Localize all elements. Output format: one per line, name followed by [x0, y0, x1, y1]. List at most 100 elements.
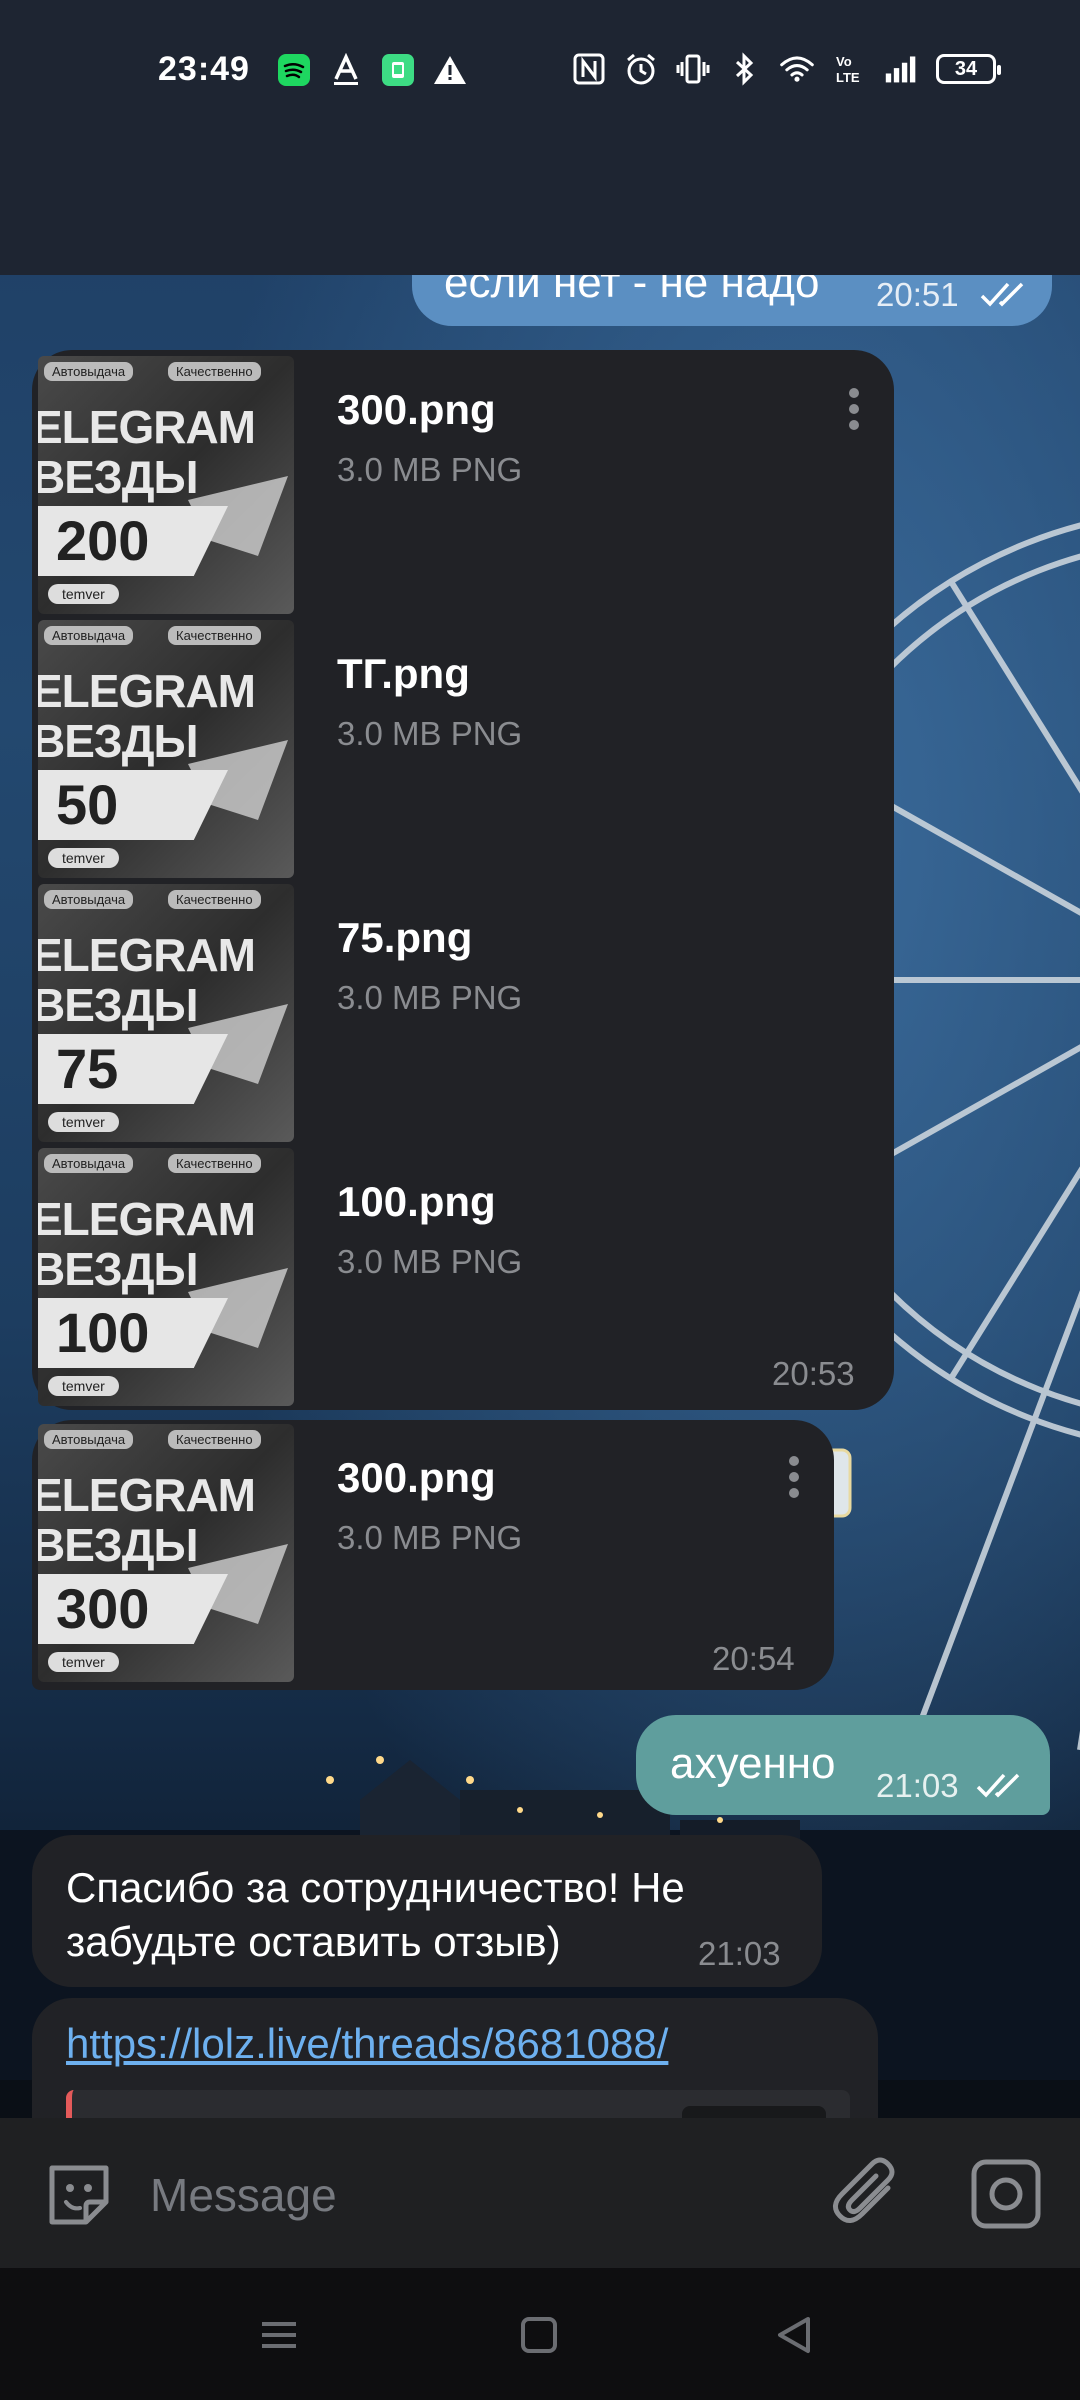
thumbnail-tag: Автовыдача: [44, 626, 134, 645]
file-meta: 3.0 MB PNG: [337, 979, 523, 1016]
warning-icon: [433, 53, 467, 87]
thumbnail-text: ELEGRAM: [38, 401, 256, 453]
thumbnail-footer-tag: temver: [48, 1652, 119, 1672]
thumbnail-footer-tag: temver: [48, 584, 119, 604]
thumbnail-footer-tag: temver: [48, 1376, 119, 1396]
thumbnail-text: ELEGRAM: [38, 665, 256, 717]
incoming-file-bubble: Автовыдача Качественно ELEGRAM ВЕЗДЫ 300…: [32, 1420, 834, 1690]
status-time: 23:49: [158, 50, 250, 88]
thumbnail-number: 300: [38, 1574, 228, 1644]
file-thumbnail[interactable]: Автовыдача Качественно ELEGRAM ВЕЗДЫ 200…: [38, 356, 294, 614]
svg-text:Vo: Vo: [836, 54, 852, 69]
thumbnail-text: ВЕЗДЫ: [38, 715, 199, 767]
file-more-icon[interactable]: [844, 382, 864, 438]
file-attachment-row[interactable]: Автовыдача Качественно ELEGRAM ВЕЗДЫ 200…: [32, 356, 892, 618]
thumbnail-number: 75: [38, 1034, 228, 1104]
message-link[interactable]: https://lolz.live/threads/8681088/: [66, 2020, 668, 2068]
file-attachment-row[interactable]: Автовыдача Качественно ELEGRAM ВЕЗДЫ 75 …: [32, 884, 892, 1146]
file-thumbnail[interactable]: Автовыдача Качественно ELEGRAM ВЕЗДЫ 100…: [38, 1148, 294, 1406]
message-time: 20:51: [876, 276, 959, 313]
status-left-icons: [277, 53, 467, 87]
message-input[interactable]: [150, 2158, 750, 2232]
message-text-line: забудьте оставить отзыв): [66, 1918, 561, 1965]
message-time: 21:03: [698, 1935, 781, 1972]
message-text-line: Спасибо за сотрудничество! Не: [66, 1864, 685, 1911]
message-composer: [0, 2118, 1080, 2268]
bluetooth-icon: [728, 52, 762, 86]
phone-call-icon[interactable]: [828, 158, 902, 232]
nfc-icon: [572, 52, 606, 86]
file-thumbnail[interactable]: Автовыдача Качественно ELEGRAM ВЕЗДЫ 75 …: [38, 884, 294, 1142]
alarm-icon: [624, 52, 658, 86]
vibrate-icon: [676, 52, 710, 86]
emoji-sticker-icon[interactable]: [42, 2158, 116, 2232]
avatar[interactable]: LACALUT: [190, 130, 320, 260]
message-time: 21:03: [876, 1767, 959, 1804]
thumbnail-number: 100: [38, 1298, 228, 1368]
message-time: 20:54: [712, 1640, 795, 1677]
camera-icon[interactable]: [968, 2156, 1044, 2232]
thumbnail-tag: Автовыдача: [44, 1430, 134, 1449]
thumbnail-tag: Автовыдача: [44, 362, 134, 381]
message-text: если нет - не надо: [444, 258, 820, 307]
thumbnail-tag: Качественно: [168, 890, 261, 909]
status-right-icons: Vo LTE 34: [572, 52, 1001, 86]
file-meta: 3.0 MB PNG: [337, 715, 523, 752]
thumbnail-tag: Автовыдача: [44, 890, 134, 909]
file-thumbnail[interactable]: Автовыдача Качественно ELEGRAM ВЕЗДЫ 300…: [38, 1424, 294, 1682]
android-app-icon: [381, 53, 415, 87]
outgoing-message-bubble[interactable]: ахуенно 21:03: [636, 1715, 1050, 1815]
file-name: 300.png: [337, 386, 496, 433]
outgoing-message-bubble[interactable]: если нет - не надо 20:51: [412, 240, 1052, 326]
message-time: 20:53: [772, 1355, 855, 1392]
thumbnail-tag: Автовыдача: [44, 1154, 134, 1173]
file-name: 75.png: [337, 914, 473, 961]
read-checkmarks-icon: [976, 1773, 1020, 1798]
volte-icon: Vo LTE: [832, 52, 866, 86]
back-arrow-icon[interactable]: [50, 165, 120, 235]
thumbnail-text: ВЕЗДЫ: [38, 1519, 199, 1571]
thumbnail-tag: Качественно: [168, 1430, 261, 1449]
thumbnail-footer-tag: temver: [48, 848, 119, 868]
message-text: Спасибо за сотрудничество! Не забудьте о…: [66, 1861, 685, 1969]
thumbnail-number: 200: [38, 506, 228, 576]
more-options-icon[interactable]: [985, 158, 1029, 232]
file-attachment-row[interactable]: Автовыдача Качественно ELEGRAM ВЕЗДЫ 100…: [32, 1148, 892, 1410]
thumbnail-text: ВЕЗДЫ: [38, 451, 199, 503]
battery-icon: 34: [936, 54, 1001, 84]
thumbnail-tag: Качественно: [168, 362, 261, 381]
file-name: ТГ.png: [337, 650, 470, 697]
file-meta: 3.0 MB PNG: [337, 1519, 523, 1556]
menu-lines-icon[interactable]: [254, 2310, 304, 2360]
avatar-logo-text: LACALUT: [204, 140, 306, 162]
chat-title[interactable]: lacalut: [354, 135, 519, 195]
file-thumbnail[interactable]: Автовыдача Качественно ELEGRAM ВЕЗДЫ 50 …: [38, 620, 294, 878]
thumbnail-tag: Качественно: [168, 626, 261, 645]
file-more-icon[interactable]: [784, 1450, 804, 1506]
back-triangle-icon[interactable]: [770, 2310, 820, 2360]
thumbnail-text: ELEGRAM: [38, 929, 256, 981]
signal-icon: [884, 52, 918, 86]
status-bar: 23:49 Vo LTE 34: [0, 0, 1080, 130]
message-text: ахуенно: [670, 1739, 836, 1788]
thumbnail-text: ВЕЗДЫ: [38, 1243, 199, 1295]
svg-text:LTE: LTE: [836, 70, 860, 85]
file-name: 300.png: [337, 1454, 496, 1501]
home-square-icon[interactable]: [514, 2310, 564, 2360]
thumbnail-tag: Качественно: [168, 1154, 261, 1173]
paperclip-icon[interactable]: [830, 2154, 904, 2234]
thumbnail-text: ELEGRAM: [38, 1193, 256, 1245]
incoming-message-bubble[interactable]: Спасибо за сотрудничество! Не забудьте о…: [32, 1835, 822, 1987]
file-meta: 3.0 MB PNG: [337, 451, 523, 488]
file-meta: 3.0 MB PNG: [337, 1243, 523, 1280]
wifi-icon: [780, 52, 814, 86]
thumbnail-text: ELEGRAM: [38, 1469, 256, 1521]
spotify-icon: [277, 53, 311, 87]
file-name: 100.png: [337, 1178, 496, 1225]
system-navigation-bar: [0, 2268, 1080, 2400]
file-attachment-row[interactable]: Автовыдача Качественно ELEGRAM ВЕЗДЫ 50 …: [32, 620, 892, 882]
thumbnail-number: 50: [38, 770, 228, 840]
font-a-icon: [329, 53, 363, 87]
read-checkmarks-icon: [980, 282, 1024, 307]
thumbnail-footer-tag: temver: [48, 1112, 119, 1132]
